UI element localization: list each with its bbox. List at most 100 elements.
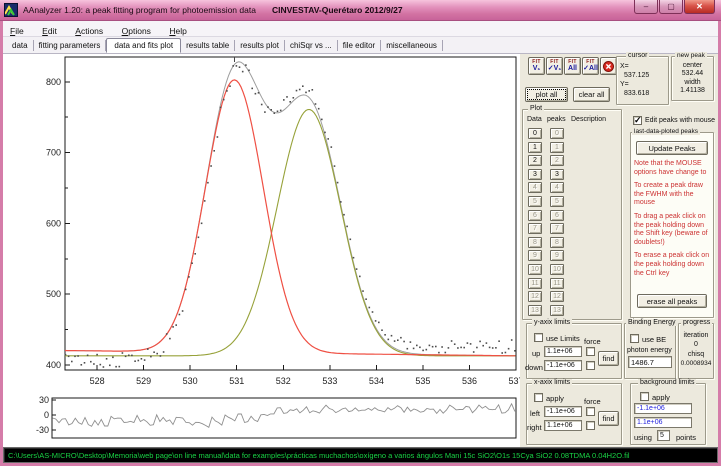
iteration-value: 0 [694,341,698,348]
y-up-force-checkbox[interactable] [586,347,595,356]
data-toggle-0[interactable]: 0 [528,128,542,139]
tab-results-plot[interactable]: results plot [235,40,285,51]
title-bar[interactable]: AAnalyzer 1.20: a peak fitting program f… [0,0,721,21]
tab-miscellaneous[interactable]: miscellaneous [381,40,443,51]
svg-text:30: 30 [39,395,49,405]
tab-fitting-parameters[interactable]: fitting parameters [34,40,107,51]
data-toggle-6[interactable]: 6 [528,209,542,221]
fit-all-check-button[interactable]: FIT ✓All [582,57,599,75]
maximize-button[interactable]: ▢ [659,0,683,14]
data-toggle-13[interactable]: 13 [528,304,542,316]
use-limits-checkbox[interactable] [534,333,543,342]
menu-help[interactable]: Help [162,24,193,36]
peaks-toggle-5[interactable]: 5 [550,196,564,207]
bg-upper-field[interactable]: -1.1e+06 [634,403,692,414]
data-toggle-8[interactable]: 8 [528,236,542,248]
tab-results-table[interactable]: results table [181,40,236,51]
tab-data[interactable]: data [7,40,34,51]
svg-text:537: 537 [508,376,520,386]
svg-text:-30: -30 [36,425,49,435]
svg-text:532: 532 [276,376,291,386]
data-toggle-1[interactable]: 1 [528,141,542,153]
binding-energy-title: Binding Energy [626,319,678,326]
peaks-toggle-8[interactable]: 8 [550,236,564,248]
x-right-field[interactable]: 1.1e+06 [544,420,582,431]
svg-text:400: 400 [46,360,61,370]
tab-chisqr-vs-[interactable]: chiSqr vs ... [285,40,338,51]
data-toggle-4[interactable]: 4 [528,182,542,194]
mouse-note-4: To erase a peak click on the peak holdin… [634,252,710,277]
spectrum-chart[interactable]: 400 500 600 700 800 528 529 530 531 532 533 534 535 5… [3,54,524,447]
y-down-field[interactable]: -1.1e+06 [544,360,582,371]
erase-all-peaks-button[interactable]: erase all peaks [637,294,707,308]
peaks-toggle-7[interactable]: 7 [550,223,564,235]
fit-v1-check-button[interactable]: FIT ✓V₁ [546,57,563,75]
peaks-toggle-9[interactable]: 9 [550,250,564,262]
peaks-toggle-3[interactable]: 3 [550,168,564,180]
x-left-force-checkbox[interactable] [586,407,595,416]
data-toggle-11[interactable]: 11 [528,277,542,289]
peaks-toggle-1[interactable]: 1 [550,141,564,153]
svg-text:500: 500 [46,289,61,299]
x-axis-limits-title: x-axix limits [532,379,573,386]
edit-peaks-checkbox[interactable] [633,115,642,126]
x-right-force-checkbox[interactable] [586,421,595,430]
mouse-note-3: To drag a peak click on the peak holding… [634,212,708,246]
bg-lower-field[interactable]: 1.1e+06 [634,417,692,428]
app-logo-icon [4,3,18,17]
photon-energy-field[interactable]: 1486.7 [628,356,672,368]
tab-file-editor[interactable]: file editor [338,40,382,51]
data-toggle-3[interactable]: 3 [528,168,542,180]
x-left-label: left [530,409,541,418]
svg-text:528: 528 [90,376,105,386]
data-toggle-12[interactable]: 12 [528,291,542,303]
minimize-button[interactable]: – [634,0,658,14]
use-be-label: use BE [642,335,667,344]
data-toggle-7[interactable]: 7 [528,223,542,235]
x-apply-checkbox[interactable] [534,393,543,402]
y-down-label: down [525,363,543,372]
peaks-toggle-2[interactable]: 2 [550,155,564,167]
bg-points-label: points [676,433,697,442]
peaks-toggle-0[interactable]: 0 [550,128,564,139]
x-find-button[interactable]: find [598,411,619,426]
bg-points-field[interactable]: 5 [657,430,670,441]
use-be-checkbox[interactable] [630,334,639,343]
close-button[interactable]: ✕ [684,0,715,14]
chisq-value: 0.0008934 [680,360,712,367]
mouse-notes: Note that the MOUSE options have change … [634,160,711,283]
y-up-field[interactable]: 1.1e+06 [544,346,582,357]
peaks-toggle-13[interactable]: 13 [550,304,564,316]
data-toggle-2[interactable]: 2 [528,155,542,167]
data-toggle-10[interactable]: 10 [528,264,542,275]
plot-all-button[interactable]: plot all [525,87,568,102]
stop-fit-button[interactable] [600,57,617,75]
peaks-toggle-4[interactable]: 4 [550,182,564,194]
cursor-x-label: X= [620,63,629,70]
x-left-field[interactable]: -1.1e+06 [544,406,582,417]
peaks-toggle-11[interactable]: 11 [550,277,564,289]
menu-edit[interactable]: Edit [35,24,64,36]
y-find-button[interactable]: find [598,351,619,366]
y-down-force-checkbox[interactable] [586,361,595,370]
peaks-toggle-6[interactable]: 6 [550,209,564,221]
window-title: AAnalyzer 1.20: a peak fitting program f… [23,5,256,15]
tab-data-and-fits-plot[interactable]: data and fits plot [106,38,182,53]
data-toggle-5[interactable]: 5 [528,196,542,207]
mouse-note-1: Note that the MOUSE options have change … [634,160,707,176]
update-peaks-button[interactable]: Update Peaks [636,141,708,155]
menu-options[interactable]: Options [115,24,158,36]
peaks-toggle-10[interactable]: 10 [550,264,564,275]
bg-apply-checkbox[interactable] [640,392,649,401]
fit-v1-button[interactable]: FIT V₁ [528,57,545,75]
fit-all-button[interactable]: FIT All [564,57,581,75]
clear-all-button[interactable]: clear all [573,87,610,102]
plot-area[interactable]: 400 500 600 700 800 528 529 530 531 532 533 534 535 5… [3,54,524,447]
menu-actions[interactable]: Actions [68,24,110,36]
menu-file[interactable]: File [3,24,31,36]
new-peak-width-value: 1.41138 [680,87,705,94]
peaks-toggle-12[interactable]: 12 [550,291,564,303]
x-right-label: right [527,423,542,432]
data-toggle-9[interactable]: 9 [528,250,542,262]
cursor-group-title: cursor [626,52,650,59]
